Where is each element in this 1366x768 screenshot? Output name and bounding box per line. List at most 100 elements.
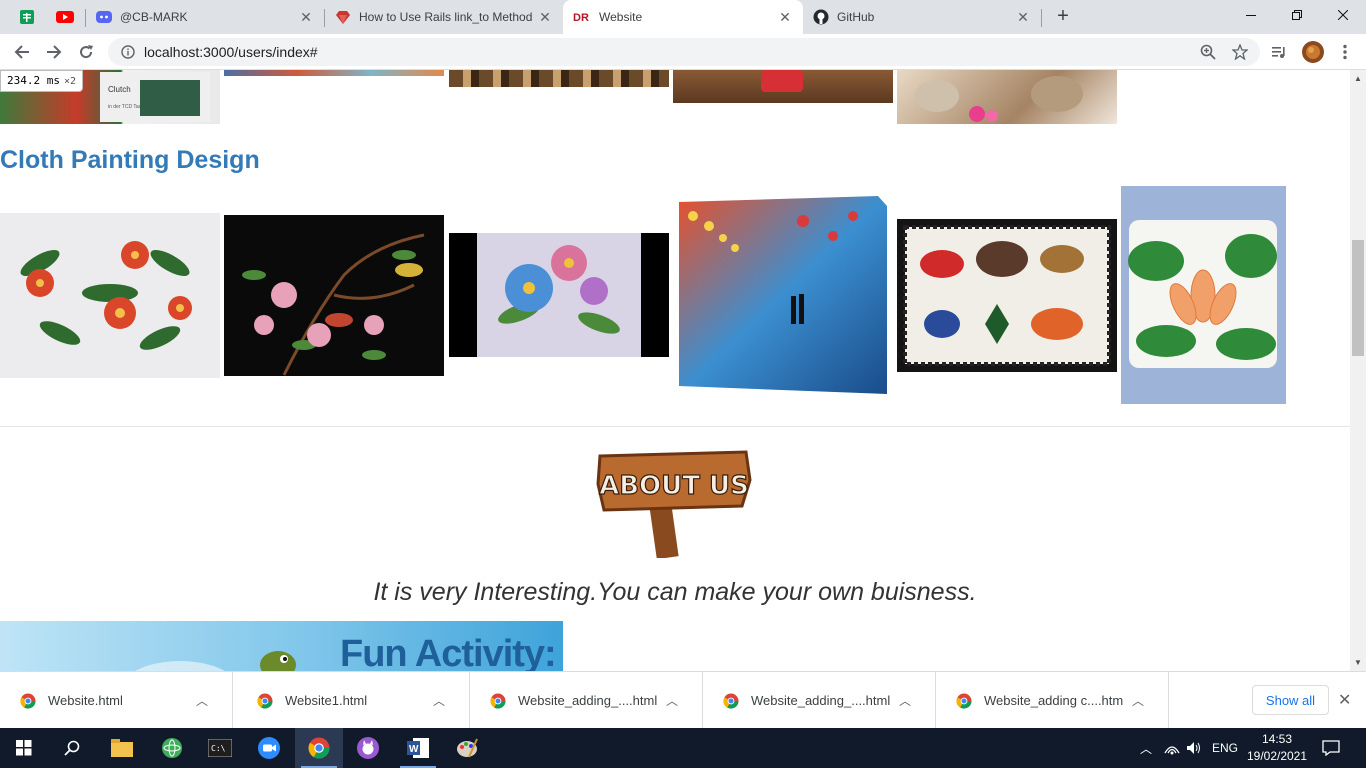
download-filename: Website.html — [48, 693, 123, 708]
reload-icon — [80, 45, 93, 59]
svg-text:Clutch: Clutch — [108, 85, 131, 94]
download-item[interactable]: Website_adding c....html ︿ — [936, 672, 1169, 729]
close-window-button[interactable] — [1320, 0, 1366, 30]
close-icon[interactable]: ✕ — [1338, 690, 1351, 710]
site-info-icon[interactable] — [114, 45, 142, 59]
notifications-icon[interactable] — [1322, 728, 1340, 768]
arrow-left-icon — [14, 45, 29, 59]
paint-palette-icon — [457, 738, 478, 758]
craft-image[interactable] — [673, 70, 893, 103]
address-bar[interactable]: localhost:3000/users/index# — [108, 38, 1260, 66]
search-button[interactable] — [48, 728, 96, 768]
start-button[interactable] — [0, 728, 48, 768]
tab-website[interactable]: DR Website ✕ — [563, 0, 803, 34]
craft-image[interactable] — [449, 70, 669, 87]
chevron-up-icon[interactable]: ︿ — [433, 692, 445, 709]
windows-taskbar: C:\ W ︿ ENG 14:53 19/02/2021 — [0, 728, 1366, 768]
terminal-icon: C:\ — [208, 739, 232, 757]
chevron-up-icon[interactable]: ︿ — [196, 692, 208, 709]
zoom-app-icon — [258, 737, 280, 759]
page-viewport: 234.2 ms ×2 Clutch in der TCD Taschen-Size… — [0, 70, 1350, 671]
back-button[interactable] — [8, 38, 36, 66]
chevron-up-icon[interactable]: ︿ — [666, 692, 678, 709]
zoom-icon[interactable] — [1199, 43, 1217, 61]
taskbar-paint[interactable] — [443, 728, 491, 768]
chrome-icon — [20, 693, 36, 709]
download-item[interactable]: Website1.html ︿ — [237, 672, 470, 729]
pinned-tab-sheets[interactable] — [8, 0, 46, 34]
pinned-tab-youtube[interactable] — [46, 0, 84, 34]
minimize-button[interactable] — [1228, 0, 1274, 30]
scrollbar-thumb[interactable] — [1352, 240, 1364, 356]
craft-image[interactable] — [224, 70, 444, 76]
tab-title: @CB-MARK — [120, 10, 188, 24]
search-icon — [64, 740, 80, 756]
download-item[interactable]: Website_adding_....html ︿ — [470, 672, 703, 729]
cloth-painting-image[interactable] — [449, 233, 669, 357]
media-playlist-icon[interactable] — [1270, 43, 1288, 61]
taskbar-word[interactable]: W — [394, 728, 442, 768]
tab-rails-link-to[interactable]: How to Use Rails link_to Method ✕ — [325, 0, 563, 34]
taskbar-chrome[interactable] — [295, 728, 343, 768]
system-clock[interactable]: 14:53 19/02/2021 — [1244, 731, 1310, 765]
kebab-menu-icon[interactable] — [1336, 43, 1354, 61]
language-indicator[interactable]: ENG — [1212, 728, 1238, 768]
minimize-icon — [1246, 15, 1256, 16]
craft-image[interactable] — [897, 70, 1117, 124]
download-filename: Website_adding_....html — [518, 693, 658, 708]
cloth-painting-image[interactable] — [224, 215, 444, 376]
taskbar-github-desktop[interactable] — [344, 728, 392, 768]
download-item[interactable]: Website.html ︿ — [0, 672, 233, 729]
cloth-painting-image[interactable] — [897, 219, 1117, 372]
taskbar-zoom[interactable] — [245, 728, 293, 768]
volume-icon[interactable] — [1186, 728, 1202, 768]
svg-text:C:\: C:\ — [211, 744, 226, 753]
tab-github[interactable]: GitHub ✕ — [803, 0, 1041, 34]
close-icon[interactable]: ✕ — [1015, 9, 1031, 25]
new-tab-button[interactable]: + — [1052, 5, 1074, 27]
chevron-up-icon[interactable]: ︿ — [1132, 692, 1144, 709]
wifi-icon[interactable] — [1164, 728, 1180, 768]
folder-icon — [111, 739, 133, 757]
about-tagline: It is very Interesting.You can make your… — [373, 578, 977, 606]
close-icon[interactable]: ✕ — [777, 9, 793, 25]
section-title: Cloth Painting Design — [0, 146, 260, 174]
profile-avatar-icon[interactable] — [1302, 41, 1324, 63]
reload-button[interactable] — [72, 38, 100, 66]
page-scrollbar[interactable]: ▲ ▼ — [1350, 70, 1366, 671]
youtube-icon — [56, 11, 74, 23]
chrome-icon — [308, 737, 330, 759]
bookmark-star-icon[interactable] — [1231, 43, 1249, 61]
chrome-icon — [723, 693, 739, 709]
tab-discord[interactable]: @CB-MARK ✕ — [86, 0, 324, 34]
clock-time: 14:53 — [1261, 732, 1293, 746]
tab-title: GitHub — [837, 10, 875, 24]
cloth-painting-image[interactable] — [673, 196, 893, 394]
taskbar-file-explorer[interactable] — [98, 728, 146, 768]
about-us-label: ABOUT US — [599, 471, 749, 501]
download-filename: Website_adding_....html — [751, 693, 891, 708]
close-icon[interactable]: ✕ — [298, 9, 314, 25]
taskbar-atom[interactable] — [148, 728, 196, 768]
cloth-painting-image[interactable] — [1121, 186, 1286, 404]
perf-overlay: 234.2 ms ×2 — [0, 70, 84, 92]
chrome-icon — [490, 693, 506, 709]
download-filename: Website_adding c....html — [984, 693, 1124, 708]
github-desktop-icon — [357, 737, 379, 759]
taskbar-terminal[interactable]: C:\ — [196, 728, 244, 768]
forward-button[interactable] — [40, 38, 68, 66]
chevron-up-icon[interactable]: ︿ — [899, 692, 911, 709]
dr-logo-icon: DR — [573, 12, 589, 24]
close-icon[interactable]: ✕ — [537, 9, 553, 25]
tray-overflow-chevron-icon[interactable]: ︿ — [1140, 728, 1152, 768]
restore-button[interactable] — [1274, 0, 1320, 30]
atom-icon — [162, 738, 182, 758]
chrome-icon — [257, 693, 273, 709]
scroll-down-icon[interactable]: ▼ — [1354, 658, 1362, 667]
download-item[interactable]: Website_adding_....html ︿ — [703, 672, 936, 729]
tab-strip: @CB-MARK ✕ How to Use Rails link_to Meth… — [0, 0, 1366, 34]
scroll-up-icon[interactable]: ▲ — [1354, 74, 1362, 83]
show-all-downloads-button[interactable]: Show all — [1252, 685, 1329, 715]
cloth-painting-image[interactable] — [0, 213, 220, 378]
url-text: localhost:3000/users/index# — [144, 44, 318, 60]
